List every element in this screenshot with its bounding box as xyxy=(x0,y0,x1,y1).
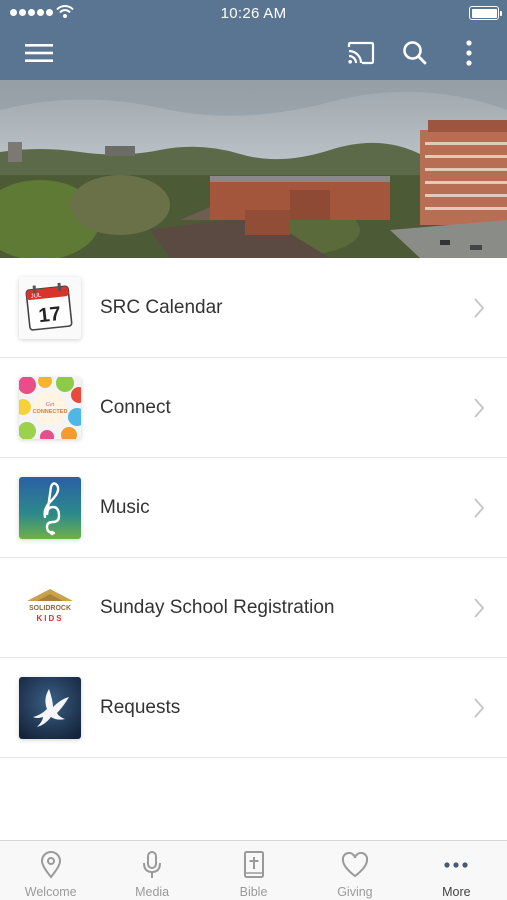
treble-clef-icon xyxy=(19,477,81,539)
menu-button[interactable] xyxy=(16,26,62,80)
chevron-right-icon xyxy=(474,698,485,718)
tab-label: Giving xyxy=(337,885,373,899)
list-item-label: Connect xyxy=(100,397,171,418)
status-bar: 10:26 AM xyxy=(0,0,507,26)
tab-label: Media xyxy=(135,885,170,899)
overflow-menu-button[interactable] xyxy=(446,26,492,80)
top-bar: 10:26 AM xyxy=(0,0,507,80)
bottom-tab-bar: Welcome Media Bible Giving More xyxy=(0,840,507,900)
svg-text:SOLIDROCK: SOLIDROCK xyxy=(29,605,71,612)
chevron-right-icon xyxy=(474,598,485,618)
nav-bar xyxy=(0,26,507,80)
more-menu-list: JUL 17 SRC Calendar Get CONNECTED Connec… xyxy=(0,258,507,758)
calendar-day-number: 17 xyxy=(38,303,62,327)
svg-text:CONNECTED: CONNECTED xyxy=(33,409,68,415)
cast-button[interactable] xyxy=(338,26,384,80)
tab-bible[interactable]: Bible xyxy=(203,841,304,900)
hero-banner-image xyxy=(0,80,507,258)
dove-icon xyxy=(19,677,81,739)
list-item-label: SRC Calendar xyxy=(100,297,223,318)
chevron-right-icon xyxy=(474,498,485,518)
hamburger-menu-icon xyxy=(25,44,53,62)
list-item-label: Music xyxy=(100,497,150,518)
list-item-music[interactable]: Music xyxy=(0,458,507,558)
svg-text:JUL: JUL xyxy=(30,293,42,300)
microphone-icon xyxy=(138,851,166,879)
list-item-connect[interactable]: Get CONNECTED Connect xyxy=(0,358,507,458)
svg-text:KIDS: KIDS xyxy=(36,614,63,623)
tab-giving[interactable]: Giving xyxy=(304,841,405,900)
status-time: 10:26 AM xyxy=(220,5,287,22)
tab-more[interactable]: More xyxy=(406,841,507,900)
list-item-label: Requests xyxy=(100,697,181,718)
list-item-requests[interactable]: Requests xyxy=(0,658,507,758)
solidrock-kids-logo: SOLIDROCK KIDS xyxy=(19,577,81,639)
tab-media[interactable]: Media xyxy=(101,841,202,900)
list-item-src-calendar[interactable]: JUL 17 SRC Calendar xyxy=(0,258,507,358)
chevron-right-icon xyxy=(474,298,485,318)
vertical-dots-icon xyxy=(466,40,472,66)
heart-icon xyxy=(341,851,369,879)
get-connected-icon: Get CONNECTED xyxy=(19,377,81,439)
search-button[interactable] xyxy=(392,26,438,80)
search-icon xyxy=(403,41,427,65)
tab-label: Welcome xyxy=(24,885,77,899)
location-pin-icon xyxy=(37,851,65,879)
cast-icon xyxy=(347,41,375,65)
list-item-sunday-school-registration[interactable]: SOLIDROCK KIDS Sunday School Registratio… xyxy=(0,558,507,658)
calendar-icon: JUL 17 xyxy=(19,277,81,339)
list-item-label: Sunday School Registration xyxy=(100,597,335,618)
chevron-right-icon xyxy=(474,398,485,418)
tab-label: Bible xyxy=(239,885,268,899)
svg-text:Get: Get xyxy=(46,402,55,408)
horizontal-dots-icon xyxy=(442,851,470,879)
battery-icon xyxy=(469,6,502,20)
tab-label: More xyxy=(442,885,471,899)
tab-welcome[interactable]: Welcome xyxy=(0,841,101,900)
bible-icon xyxy=(240,851,268,879)
